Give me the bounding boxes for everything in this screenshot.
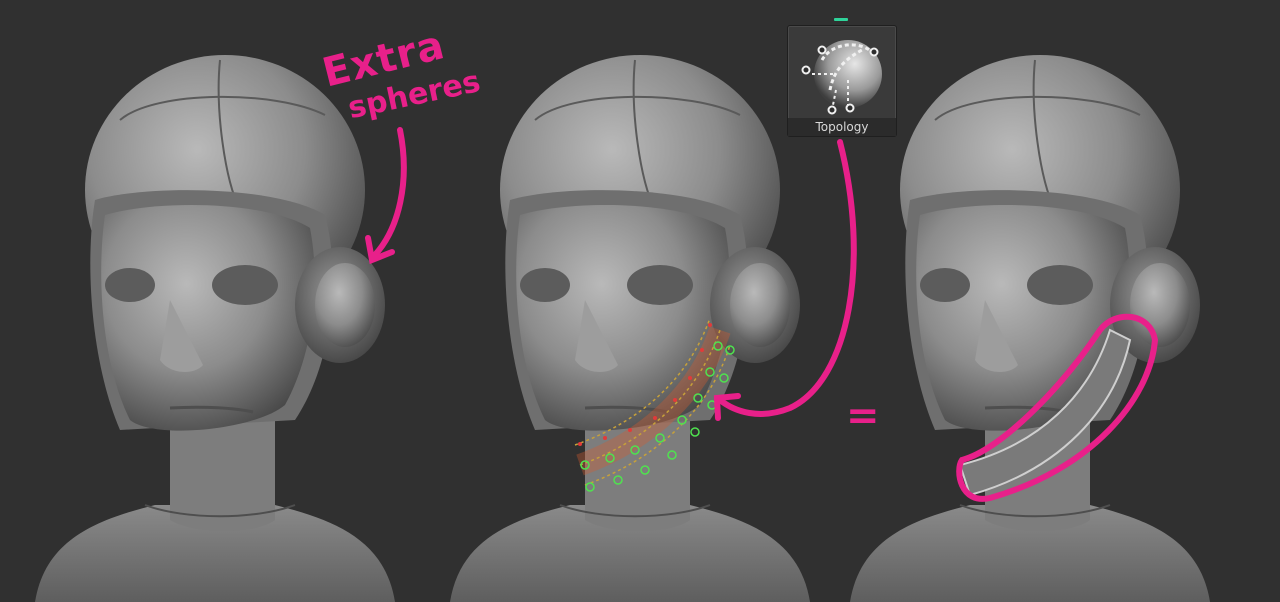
topology-brush-label: Topology xyxy=(788,118,896,136)
topology-brush-icon xyxy=(801,40,882,115)
head-model-left xyxy=(33,53,397,602)
topology-brush-tile[interactable]: Topology xyxy=(787,25,897,137)
annotation-equals-text: = xyxy=(846,393,880,439)
head-model-right xyxy=(848,53,1212,602)
head-model-middle xyxy=(448,53,812,602)
active-brush-marker xyxy=(834,18,848,21)
viewport-canvas[interactable] xyxy=(0,0,1280,602)
